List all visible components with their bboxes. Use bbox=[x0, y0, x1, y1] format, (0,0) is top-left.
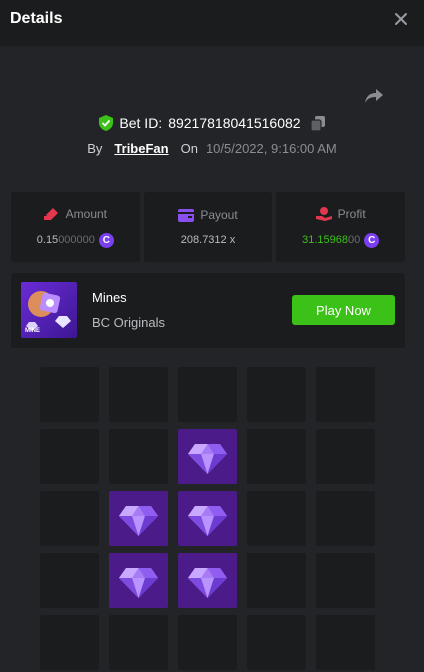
coin-icon: C bbox=[98, 232, 114, 248]
mine-tile-gem bbox=[109, 491, 168, 546]
mine-tile bbox=[316, 429, 375, 484]
mine-tile bbox=[316, 615, 375, 670]
bet-id-label: Bet ID: bbox=[119, 115, 163, 131]
bet-id-row: Bet ID: 89217818041516082 bbox=[0, 115, 424, 135]
mine-tile bbox=[316, 553, 375, 608]
mine-tile bbox=[178, 367, 237, 422]
copy-icon[interactable] bbox=[310, 115, 325, 131]
mine-tile bbox=[109, 367, 168, 422]
profit-value-decimals: 00 bbox=[348, 234, 361, 246]
details-header: Details bbox=[0, 0, 424, 46]
mine-tile bbox=[247, 615, 306, 670]
bet-date: 10/5/2022, 9:16:00 AM bbox=[205, 141, 337, 156]
by-label: By bbox=[87, 141, 103, 156]
amount-value-decimals: 000000 bbox=[58, 234, 95, 246]
amount-label: Amount bbox=[65, 206, 108, 221]
close-icon[interactable] bbox=[394, 12, 408, 26]
game-thumbnail[interactable]: MINE bbox=[21, 282, 77, 338]
mine-tile bbox=[178, 615, 237, 670]
mine-tile bbox=[247, 367, 306, 422]
bet-id-value: 89217818041516082 bbox=[168, 115, 301, 131]
mine-tile-gem bbox=[178, 491, 237, 546]
profit-value: 31.15968 bbox=[302, 234, 348, 246]
mine-tile-gem bbox=[178, 429, 237, 484]
profit-icon bbox=[315, 206, 332, 221]
stat-amount: Amount 0.15000000 C bbox=[11, 192, 140, 262]
mine-tile bbox=[109, 429, 168, 484]
profit-label: Profit bbox=[337, 206, 366, 221]
mine-tile bbox=[40, 553, 99, 608]
mine-tile bbox=[316, 491, 375, 546]
bet-amount-icon bbox=[43, 207, 58, 220]
diamond-icon bbox=[188, 568, 227, 598]
play-now-button[interactable]: Play Now bbox=[292, 295, 395, 325]
on-label: On bbox=[180, 141, 198, 156]
amount-value: 0.15 bbox=[36, 234, 59, 246]
shield-check-icon bbox=[99, 115, 114, 131]
diamond-icon bbox=[119, 568, 158, 598]
stat-profit: Profit 31.1596800 C bbox=[276, 192, 406, 262]
game-card: MINE Mines BC Originals Play Now bbox=[11, 273, 405, 348]
mine-tile bbox=[40, 429, 99, 484]
mine-tile bbox=[40, 367, 99, 422]
diamond-icon bbox=[119, 506, 158, 536]
bet-author-row: By TribeFan On 10/5/2022, 9:16:00 AM bbox=[0, 141, 424, 161]
thumbnail-tag: MINE bbox=[25, 328, 40, 334]
mine-tile-gem bbox=[178, 553, 237, 608]
mine-tile bbox=[247, 429, 306, 484]
mine-tile bbox=[40, 491, 99, 546]
page-title: Details bbox=[10, 10, 63, 27]
diamond-icon bbox=[188, 506, 227, 536]
coin-icon: C bbox=[364, 232, 380, 248]
mine-tile bbox=[247, 491, 306, 546]
game-provider: BC Originals bbox=[92, 315, 165, 330]
wallet-icon bbox=[178, 208, 195, 222]
mine-tile bbox=[109, 615, 168, 670]
mine-tile-gem bbox=[109, 553, 168, 608]
user-link[interactable]: TribeFan bbox=[114, 141, 168, 156]
game-name[interactable]: Mines bbox=[92, 290, 127, 305]
share-icon[interactable] bbox=[364, 87, 384, 105]
mine-tile bbox=[316, 367, 375, 422]
payout-label: Payout bbox=[200, 208, 238, 222]
bet-stats: Amount 0.15000000 C Payout 208.7312 x Pr… bbox=[11, 192, 406, 262]
diamond-icon bbox=[188, 444, 227, 474]
mine-tile bbox=[247, 553, 306, 608]
stat-payout: Payout 208.7312 x bbox=[143, 192, 273, 262]
payout-value: 208.7312 x bbox=[180, 234, 236, 246]
mine-tile bbox=[40, 615, 99, 670]
